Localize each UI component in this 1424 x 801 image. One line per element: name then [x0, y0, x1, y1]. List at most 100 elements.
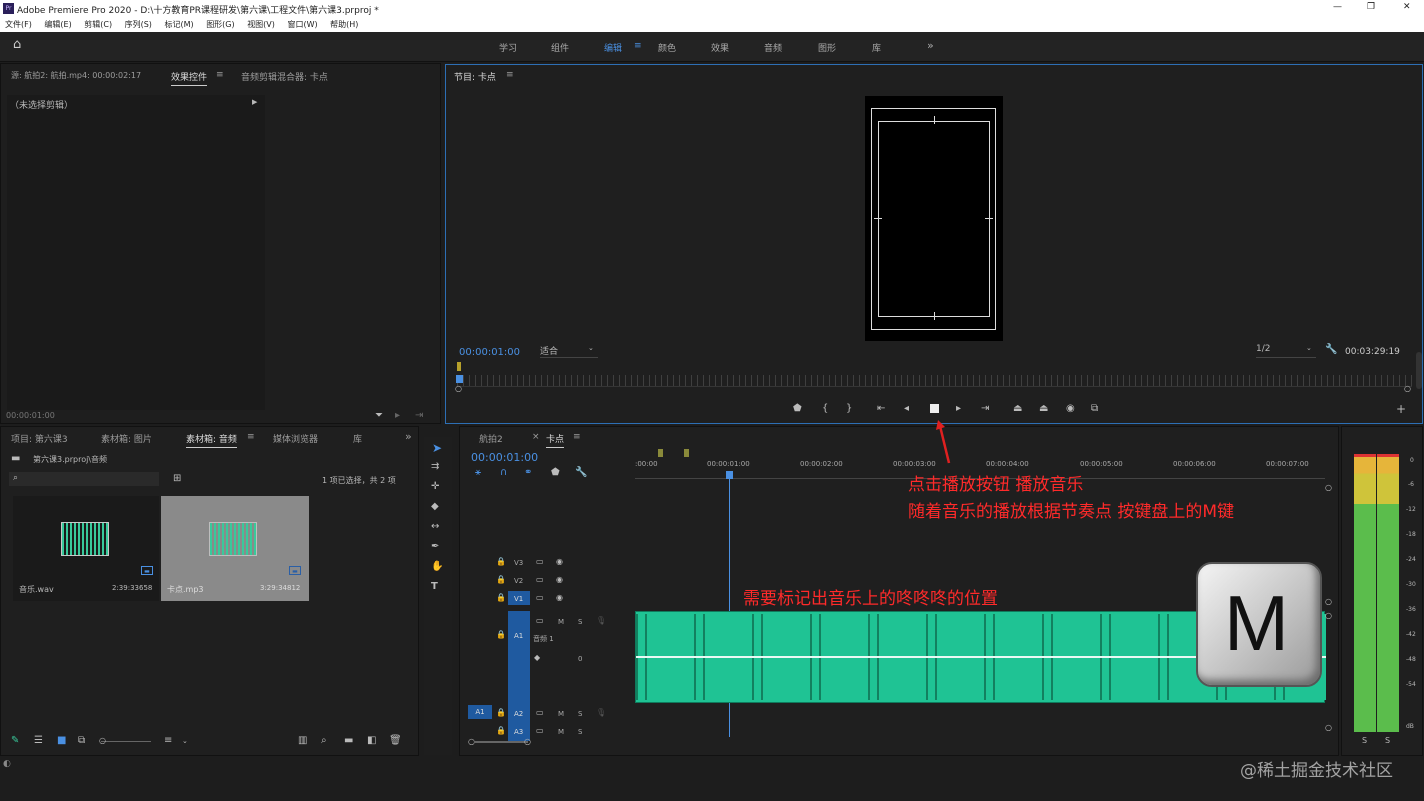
sequence-marker[interactable] [684, 449, 689, 457]
step-back-icon[interactable]: ◂ [904, 404, 909, 414]
trash-icon[interactable]: 🗑 [389, 736, 402, 746]
workspace-assembly[interactable]: 组件 [551, 41, 569, 54]
expand-arrow-icon[interactable]: ▶ [252, 98, 257, 106]
menu-edit[interactable]: 编辑(E) [44, 20, 71, 29]
menu-markers[interactable]: 标记(M) [164, 20, 193, 29]
snap-icon[interactable]: ∩ [500, 468, 507, 478]
toggle-sync-icon[interactable]: ▭ [536, 593, 544, 603]
tab-libraries[interactable]: 库 [353, 432, 362, 445]
workspace-menu-icon[interactable]: ≡ [634, 41, 642, 51]
toggle-sync-icon[interactable]: ▭ [536, 726, 544, 736]
ripple-edit-tool-icon[interactable]: ✛ [431, 482, 439, 492]
track-a3-label[interactable]: A3 [514, 728, 523, 736]
chevron-down-icon[interactable]: ⌄ [182, 736, 188, 746]
home-icon[interactable]: ⌂ [13, 38, 21, 51]
workspace-editing[interactable]: 编辑 [604, 41, 622, 54]
menu-help[interactable]: 帮助(H) [330, 20, 358, 29]
solo-button[interactable]: S [578, 618, 582, 626]
lock-icon[interactable]: 🔒 [496, 593, 506, 603]
close-button[interactable]: ✕ [1403, 2, 1411, 12]
track-a1-source[interactable]: A1 [468, 705, 492, 719]
compare-icon[interactable]: ⧉ [1091, 404, 1098, 414]
wrench-icon[interactable]: 🔧 [1325, 345, 1337, 355]
toggle-sync-icon[interactable]: ▭ [536, 708, 544, 718]
maximize-button[interactable]: ❐ [1367, 2, 1375, 12]
razor-tool-icon[interactable]: ◆ [431, 502, 439, 512]
panel-overflow-icon[interactable]: » [405, 430, 412, 443]
menu-window[interactable]: 窗口(W) [287, 20, 317, 29]
menu-graphics[interactable]: 图形(G) [206, 20, 234, 29]
tab-menu-icon[interactable]: ≡ [573, 432, 581, 442]
lock-icon[interactable]: 🔒 [496, 575, 506, 585]
automate-sequence-icon[interactable]: ▥ [298, 736, 307, 746]
toggle-sync-icon[interactable]: ▭ [536, 557, 544, 567]
menu-sequence[interactable]: 序列(S) [125, 20, 152, 29]
mute-button[interactable]: M [558, 710, 564, 718]
solo-left-button[interactable]: S [1362, 736, 1367, 745]
menu-view[interactable]: 视图(V) [247, 20, 275, 29]
program-menu-icon[interactable]: ≡ [506, 70, 514, 80]
type-tool-icon[interactable]: T [431, 582, 438, 592]
play-only-icon[interactable]: ▸ [395, 411, 400, 421]
clip-thumb-music[interactable]: ▬ 音乐.wav 2:39:33658 [13, 496, 159, 601]
track-v3-label[interactable]: V3 [514, 559, 523, 567]
minimize-button[interactable]: — [1333, 2, 1342, 12]
go-to-out-icon[interactable]: ⇥ [981, 404, 989, 414]
workspace-audio[interactable]: 音频 [764, 41, 782, 54]
track-select-tool-icon[interactable]: ⇉ [431, 462, 439, 472]
microphone-icon[interactable]: 🎙 [596, 708, 606, 718]
filter-icon[interactable]: ⏷ [375, 411, 383, 421]
add-marker-icon[interactable]: ⬟ [793, 404, 802, 414]
solo-button[interactable]: S [578, 710, 582, 718]
camera-icon[interactable]: ◉ [1066, 404, 1075, 414]
eye-icon[interactable]: ◉ [556, 575, 563, 585]
add-marker-icon[interactable]: ⬟ [551, 468, 560, 478]
nest-icon[interactable]: ⚹ [475, 468, 481, 478]
list-view-icon[interactable]: ☰ [34, 736, 43, 746]
tab-audio-clip-mixer[interactable]: 音频剪辑混合器: 卡点 [241, 70, 328, 83]
go-to-in-icon[interactable]: ⇤ [877, 404, 885, 414]
sequence-marker[interactable] [658, 449, 663, 457]
mute-button[interactable]: M [558, 728, 564, 736]
close-tab-icon[interactable]: × [532, 432, 540, 442]
program-title[interactable]: 节目: 卡点 [454, 70, 496, 83]
track-a2-label[interactable]: A2 [514, 710, 523, 718]
zoom-slider[interactable] [101, 741, 151, 742]
keyframe-icon[interactable]: ◆ [534, 653, 540, 663]
toggle-sync-icon[interactable]: ▭ [536, 575, 544, 585]
tab-menu-icon[interactable]: ≡ [247, 432, 255, 442]
selection-tool-icon[interactable]: ➤ [432, 442, 442, 454]
new-bin-from-search-icon[interactable]: ⊞ [173, 474, 181, 484]
lock-icon[interactable]: 🔒 [496, 726, 506, 736]
lift-icon[interactable]: ⏏ [1013, 404, 1022, 414]
workspace-color[interactable]: 颜色 [658, 41, 676, 54]
menu-clip[interactable]: 剪辑(C) [84, 20, 112, 29]
tab-effect-controls[interactable]: 效果控件 [171, 70, 208, 86]
find-icon[interactable]: ⌕ [321, 736, 327, 746]
tab-media-browser[interactable]: 媒体浏览器 [273, 432, 318, 445]
program-scrubber[interactable] [457, 375, 1412, 387]
clip-thumb-kadian[interactable]: ▬ 卡点.mp3 3:29:34812 [161, 496, 309, 601]
hand-tool-icon[interactable]: ✋ [431, 562, 443, 572]
lock-icon[interactable]: 🔒 [496, 708, 506, 718]
workspace-overflow-icon[interactable]: » [927, 39, 934, 52]
microphone-icon[interactable]: 🎙 [596, 616, 606, 626]
new-item-icon[interactable]: ◧ [367, 736, 376, 746]
resolution-select[interactable]: 1/2 ⌄ [1256, 344, 1316, 358]
pen-tool-icon[interactable]: ✒ [431, 542, 439, 552]
timeline-settings-icon[interactable]: 🔧 [575, 468, 587, 478]
lock-icon[interactable]: 🔒 [496, 557, 506, 567]
workspace-effects[interactable]: 效果 [711, 41, 729, 54]
track-v1-label[interactable]: V1 [514, 595, 523, 603]
tab-menu-icon[interactable]: ≡ [216, 70, 224, 80]
mute-button[interactable]: M [558, 618, 564, 626]
track-v2-label[interactable]: V2 [514, 577, 523, 585]
add-button-icon[interactable]: + [1396, 403, 1406, 415]
freeform-view-icon[interactable]: ⧉ [78, 736, 85, 746]
track-a1-label[interactable]: A1 [514, 632, 523, 640]
tab-sequence-aerial[interactable]: 航拍2 [479, 432, 503, 445]
track-a1-target[interactable] [508, 611, 530, 741]
export-icon[interactable]: ⇥ [415, 411, 423, 421]
zoom-slider-handle[interactable]: ○ [99, 736, 106, 746]
tab-project[interactable]: 项目: 第六课3 [11, 432, 68, 445]
